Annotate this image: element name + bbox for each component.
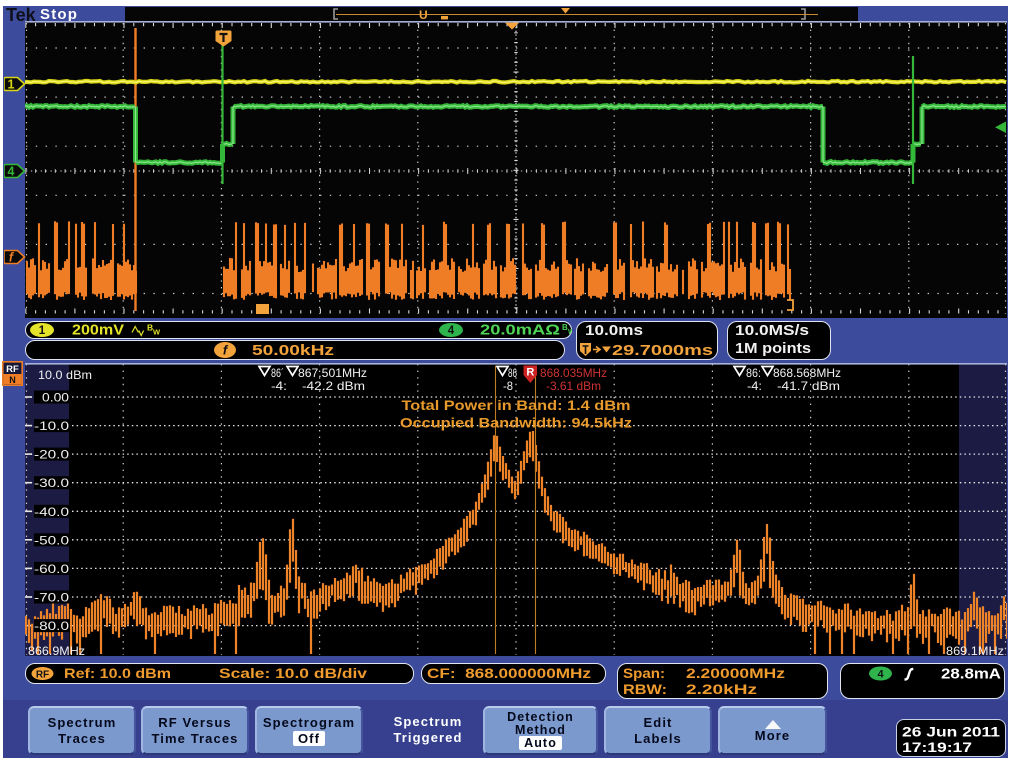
svg-text:-4:: -4: (271, 379, 287, 393)
svg-text:-50.0: -50.0 (34, 533, 69, 547)
svg-text:-42.2 dBm: -42.2 dBm (302, 379, 365, 393)
svg-text:RF: RF (36, 670, 49, 681)
svg-text:W: W (568, 329, 572, 336)
svg-text:W: W (153, 328, 161, 337)
svg-text:-10.0: -10.0 (34, 419, 69, 433)
svg-text:0.00: 0.00 (42, 391, 69, 405)
svg-text:1M points: 1M points (735, 340, 811, 357)
svg-text:4: 4 (448, 325, 455, 337)
svg-text:869.1MHz: 869.1MHz (946, 644, 1004, 656)
svg-text:-41.7 dBm: -41.7 dBm (777, 379, 840, 393)
svg-text:2.20000MHz: 2.20000MHz (686, 665, 785, 681)
svg-text:U: U (419, 8, 428, 21)
svg-text:-20.0: -20.0 (34, 448, 69, 462)
svg-text:1: 1 (8, 78, 15, 92)
svg-text:2.20kHz: 2.20kHz (686, 681, 757, 697)
svg-text:10.0MS/s: 10.0MS/s (735, 322, 809, 339)
svg-text:Scale: 10.0 dB/div: Scale: 10.0 dB/div (219, 665, 367, 681)
svg-text:Span:: Span: (623, 665, 665, 681)
svg-text:-8: -8 (503, 379, 513, 393)
svg-text:86:: 86: (746, 366, 761, 380)
svg-text:4: 4 (877, 669, 884, 681)
svg-text:-80.0: -80.0 (34, 619, 69, 633)
svg-text:-40.0: -40.0 (34, 505, 69, 519)
svg-text:Occupied Bandwidth: 94.5kHz: Occupied Bandwidth: 94.5kHz (400, 415, 632, 431)
svg-text:-30.0: -30.0 (34, 476, 69, 490)
svg-text:868.568MHz: 868.568MHz (773, 366, 841, 380)
svg-text:200mV: 200mV (72, 322, 124, 339)
svg-text:1: 1 (39, 325, 46, 337)
svg-text:17:19:17: 17:19:17 (902, 739, 972, 755)
svg-text:RF: RF (6, 364, 19, 375)
svg-text:-60.0: -60.0 (34, 562, 69, 576)
svg-text:10.0 dBm: 10.0 dBm (38, 368, 92, 382)
svg-text:N: N (9, 375, 16, 385)
svg-text:86´: 86´ (271, 366, 284, 380)
svg-text:RBW:: RBW: (623, 681, 667, 697)
svg-text:86: 86 (508, 366, 517, 380)
svg-text:Total Power in Band: 1.4 dBm: Total Power in Band: 1.4 dBm (402, 397, 631, 413)
svg-text:28.8mA: 28.8mA (941, 666, 1001, 683)
svg-text:CF: 868.000000MHz: CF: 868.000000MHz (427, 665, 591, 681)
svg-text:50.00kHz: 50.00kHz (252, 342, 334, 359)
svg-text:R: R (526, 367, 534, 379)
svg-text:10.0ms: 10.0ms (585, 322, 643, 339)
svg-text:868.035MHz: 868.035MHz (540, 366, 607, 380)
svg-text:-3.61 dBm: -3.61 dBm (546, 379, 601, 393)
svg-text:26 Jun 2011: 26 Jun 2011 (902, 724, 1000, 740)
svg-text:866.9MHz: 866.9MHz (28, 644, 85, 656)
svg-text:29.7000ms: 29.7000ms (612, 342, 713, 359)
svg-text:4: 4 (8, 165, 15, 179)
svg-text:20.0mAΩ: 20.0mAΩ (480, 322, 560, 339)
svg-text:867.501MHz: 867.501MHz (298, 366, 367, 380)
svg-text:Ref: 10.0 dBm: Ref: 10.0 dBm (64, 665, 171, 681)
svg-text:-4:: -4: (747, 379, 762, 393)
svg-text:-70.0: -70.0 (34, 590, 69, 604)
